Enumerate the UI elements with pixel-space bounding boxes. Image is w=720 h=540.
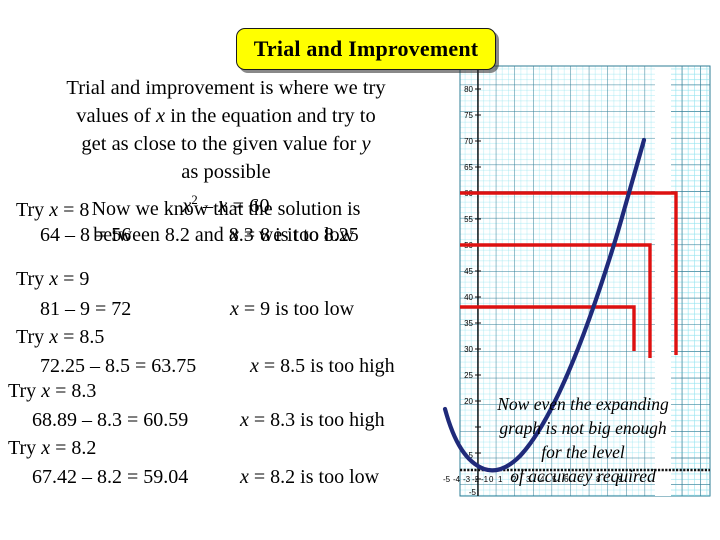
trial-1-calc-text: 81 – 9 = 72 (40, 298, 132, 320)
trial-2-try-label: Try (16, 326, 50, 348)
y-tick-75: 75 (464, 111, 473, 120)
intro-line-2-var: x (155, 105, 166, 127)
trial-0-try-label: Try (16, 199, 50, 221)
intro-line-3-var: y (361, 133, 371, 155)
graph-annotation: Now even the expanding graph is not big … (446, 392, 720, 488)
intro-line-4-text: as possible (181, 161, 271, 183)
intro-line-2: values of x in the equation and try to (0, 102, 452, 130)
trial-3-try: Try x = 8.3 (8, 378, 460, 405)
trial-3-verdict-var: x (240, 409, 249, 431)
graph-note-line-1: Now even the expanding (497, 394, 669, 414)
trial-3-try-label: Try (8, 380, 42, 402)
intro-line-3-a: get as close to the given value for (81, 133, 362, 155)
trial-4-try-var: x (41, 437, 51, 459)
trial-3-try-var: x (41, 380, 51, 402)
y-tick-70: 70 (464, 137, 473, 146)
y-tick-80: 80 (464, 85, 473, 94)
trial-3-calc-text: 68.89 – 8.3 = 60.59 (32, 409, 189, 431)
trial-4-try: Try x = 8.2 (8, 435, 460, 462)
trial-1-try-value: = 9 (58, 268, 90, 290)
trial-1-try: Try x = 9 (16, 266, 468, 293)
trial-3-try-value: = 8.3 (50, 380, 97, 402)
slide-canvas: 80 75 70 65 60 55 50 45 40 35 30 25 20 5… (0, 0, 720, 540)
trial-4-verdict-text: = 8.2 is too low (248, 466, 380, 488)
trial-1-try-label: Try (16, 268, 50, 290)
trial-2-calc-text: 72.25 – 8.5 = 63.75 (40, 355, 197, 377)
conclusion-line-2-b: we it to 8.25 (258, 224, 359, 246)
trial-4-try-label: Try (8, 437, 42, 459)
page-title: Trial and Improvement (253, 36, 479, 61)
intro-line-3: get as close to the given value for y (0, 130, 452, 158)
graph-note-line-2: graph is not big enough (499, 418, 667, 438)
trial-1-try-var: x (49, 268, 59, 290)
graph-note-line-4: of accuracy required (510, 466, 656, 486)
overlap-band-top: x2 – x = 60 Now we know that the solutio… (0, 192, 452, 221)
trial-0-try-var: x (49, 199, 59, 221)
trial-3-verdict-text: = 8.3 is too high (248, 409, 385, 431)
intro-line-2-a: values of (76, 105, 156, 127)
intro-line-1-text: Trial and improvement is where we try (66, 77, 386, 99)
intro-line-1: Trial and improvement is where we try (0, 74, 452, 102)
trial-1-verdict-var: x (230, 298, 239, 320)
trial-2-try-value: = 8.5 (58, 326, 105, 348)
trial-1-verdict: x = 9 is too low (230, 296, 682, 323)
intro-line-2-b: in the equation and try to (165, 105, 376, 127)
trial-0-try-value: = 8 (58, 199, 90, 221)
lesson-text-column: Trial and improvement is where we try va… (0, 74, 452, 504)
overlap-band-second: 64 – 8 = 56 x = 8 is too low between 8.2… (0, 220, 452, 248)
trial-4-try-value: = 8.2 (50, 437, 97, 459)
trial-2-verdict: x = 8.5 is too high (250, 353, 702, 380)
y-tick-65: 65 (464, 163, 473, 172)
conclusion-line-2-a: between 8.2 and 8.3 (93, 224, 259, 246)
conclusion-line-2: between 8.2 and 8.3 we it to 8.25 (0, 222, 452, 249)
graph-note-line-3: for the level (541, 442, 625, 462)
trial-4-verdict-var: x (240, 466, 249, 488)
trial-2-try: Try x = 8.5 (16, 324, 468, 351)
trial-2-verdict-text: = 8.5 is too high (258, 355, 395, 377)
trial-2-verdict-var: x (250, 355, 259, 377)
title-callout: Trial and Improvement (236, 28, 496, 70)
intro-line-4: as possible (0, 158, 452, 186)
trial-2-try-var: x (49, 326, 59, 348)
trial-1-verdict-text: = 9 is too low (238, 298, 355, 320)
trial-4-calc-text: 67.42 – 8.2 = 59.04 (32, 466, 189, 488)
